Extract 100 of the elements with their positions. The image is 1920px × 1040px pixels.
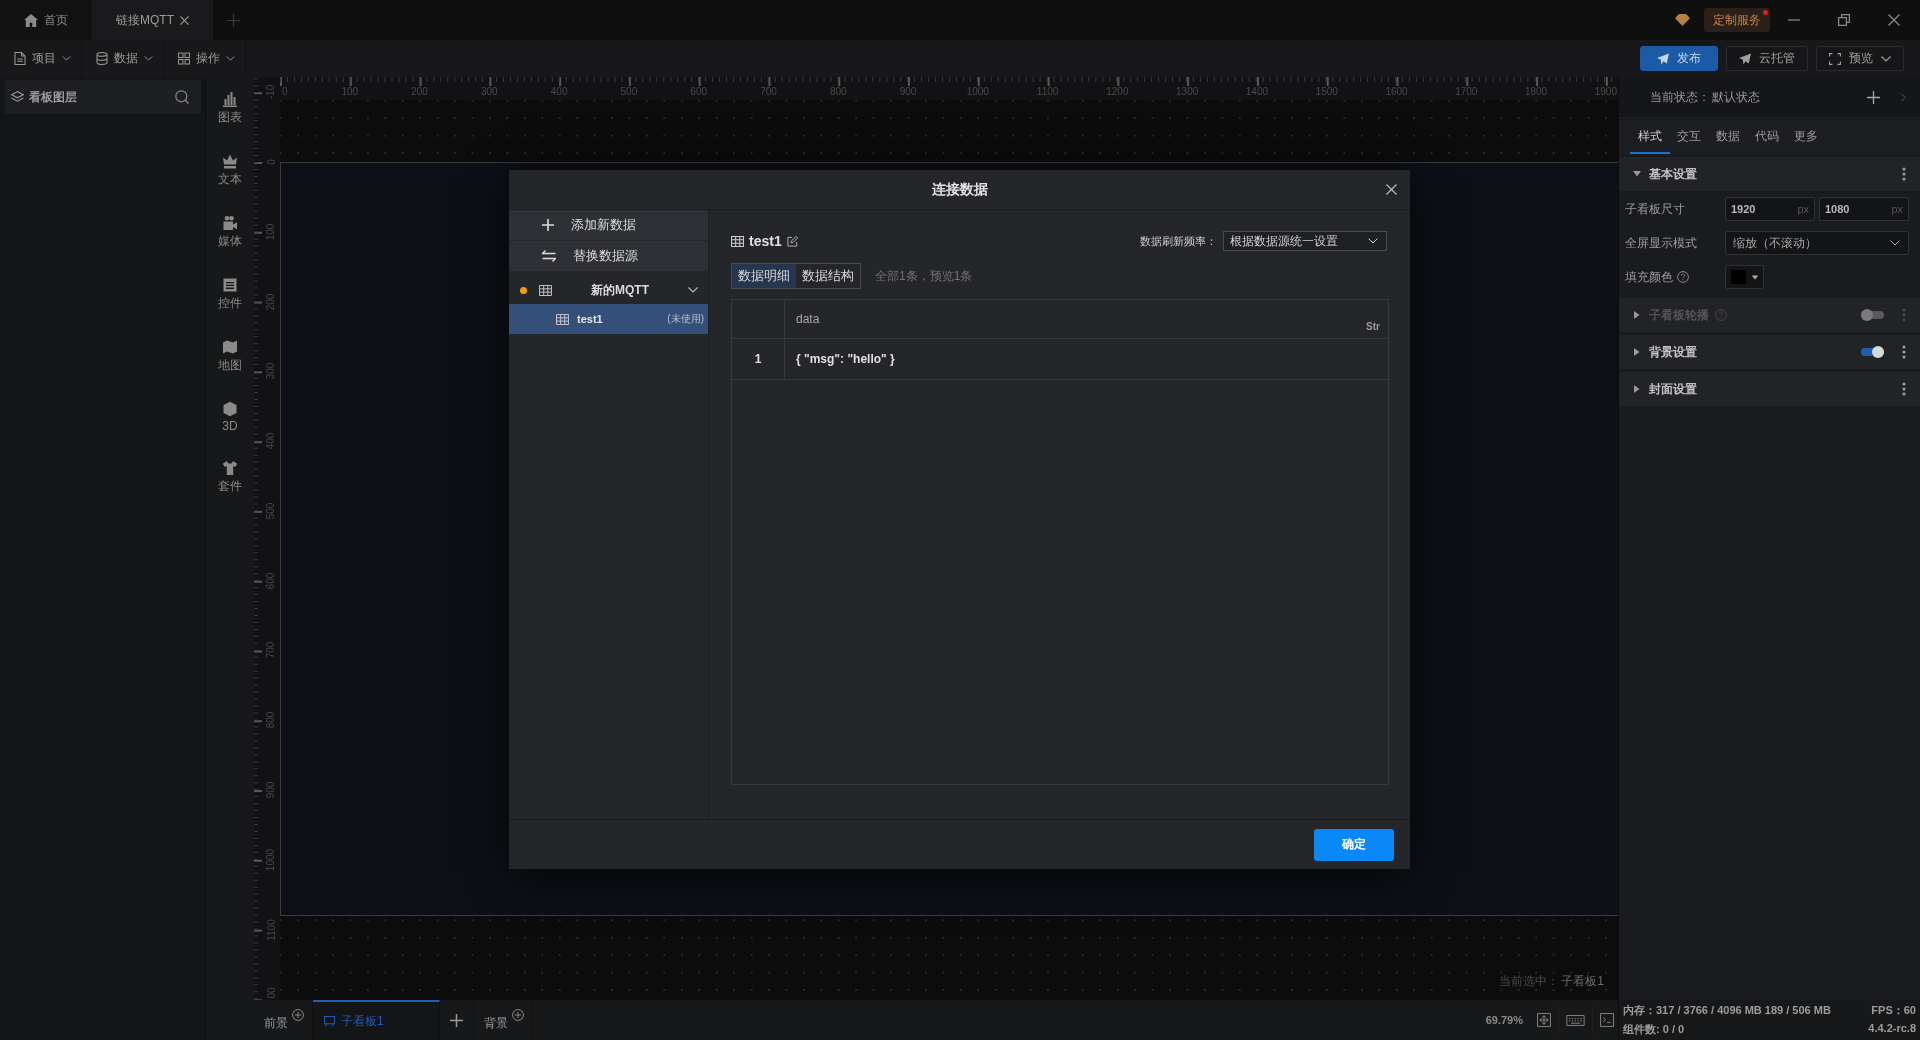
- fullscreen-icon: [1829, 52, 1841, 65]
- map-icon: [222, 339, 238, 355]
- row-number: 1: [754, 352, 762, 366]
- custom-service-button[interactable]: 定制服务: [1704, 8, 1770, 32]
- keyboard-icon[interactable]: [1566, 1014, 1585, 1026]
- toggle-switch[interactable]: [1861, 348, 1884, 356]
- data-source-item[interactable]: 新的MQTT: [509, 276, 708, 304]
- add-icon[interactable]: [450, 1013, 463, 1027]
- state-value: 默认状态: [1712, 88, 1760, 106]
- number-input[interactable]: 1920 px: [1725, 197, 1815, 221]
- dialog-action-button[interactable]: 替换数据源: [509, 241, 708, 271]
- confirm-button[interactable]: 确定: [1314, 828, 1394, 861]
- presentation-board-icon: [324, 1015, 335, 1027]
- restore-icon[interactable]: [1838, 14, 1850, 26]
- property-tab[interactable]: 代码: [1747, 120, 1787, 154]
- color-picker[interactable]: [1725, 265, 1764, 289]
- refresh-rate-label: 数据刷新频率：: [1140, 233, 1217, 249]
- toolbar-button[interactable]: 预览: [1816, 46, 1904, 71]
- refresh-rate-select[interactable]: 根据数据源统一设置: [1223, 231, 1387, 251]
- component-count: 组件数: 0 / 0: [1623, 1022, 1686, 1037]
- file-icon: [14, 52, 26, 65]
- chevron-icon[interactable]: [688, 287, 698, 293]
- zoom-level: 69.79%: [1485, 1014, 1523, 1026]
- background-tab[interactable]: 背景: [484, 1008, 508, 1032]
- select-dropdown[interactable]: 缩放（不滚动）: [1725, 231, 1909, 255]
- fps-counter: FPS：60: [1871, 1003, 1916, 1018]
- state-label: 当前状态：: [1650, 88, 1710, 106]
- component-category-button[interactable]: 地图: [218, 339, 242, 374]
- more-icon[interactable]: [1902, 382, 1906, 396]
- number-input[interactable]: 1080 px: [1819, 197, 1909, 221]
- caret-icon: [62, 56, 71, 61]
- toolbar-button[interactable]: 云托管: [1726, 46, 1808, 71]
- caret-icon[interactable]: [1633, 385, 1641, 393]
- document-tab[interactable]: 链接MQTT: [92, 0, 213, 40]
- crown-icon: [222, 153, 238, 169]
- plus-icon: [542, 219, 554, 231]
- layers-icon: [11, 91, 24, 103]
- memory-usage: 内存：317 / 3766 / 4096 MB 189 / 506 MB: [1623, 1003, 1832, 1018]
- property-tab[interactable]: 更多: [1786, 120, 1826, 154]
- component-category-button[interactable]: 控件: [218, 277, 242, 312]
- ruler-label: 400: [266, 432, 277, 450]
- close-icon[interactable]: [180, 15, 189, 25]
- add-circle-icon[interactable]: [512, 1009, 524, 1021]
- cube-icon: [222, 401, 238, 417]
- list-panel-icon: [222, 277, 238, 293]
- field-label: 子看板尺寸: [1625, 200, 1685, 218]
- caret-icon: [144, 56, 153, 61]
- foreground-tab[interactable]: 前景: [264, 1008, 288, 1032]
- section-title: 封面设置: [1649, 380, 1697, 398]
- field-label: 填充颜色: [1625, 268, 1673, 286]
- usage-note: (未使用): [667, 312, 704, 326]
- property-tab[interactable]: 交互: [1669, 120, 1709, 154]
- panel-title: 看板图层: [29, 88, 77, 106]
- edit-icon[interactable]: [786, 235, 798, 247]
- close-icon[interactable]: [1386, 184, 1397, 195]
- dialog-title: 连接数据: [931, 180, 988, 199]
- ruler-label: 1400: [1245, 87, 1269, 99]
- home-icon: [24, 13, 38, 27]
- caret-icon[interactable]: [1633, 170, 1641, 178]
- view-tab[interactable]: 数据明细: [732, 264, 796, 288]
- table-icon: [731, 235, 744, 247]
- terminal-icon[interactable]: [1600, 1013, 1614, 1027]
- caret-icon: [226, 56, 235, 61]
- help-icon[interactable]: [1677, 271, 1689, 283]
- property-tab[interactable]: 数据: [1708, 120, 1748, 154]
- close-icon[interactable]: [1888, 14, 1900, 26]
- add-circle-icon[interactable]: [292, 1009, 304, 1021]
- version-label: 4.4.2-rc.8: [1868, 1022, 1916, 1036]
- component-category-button[interactable]: 3D: [222, 401, 238, 433]
- selection-value: 子看板1: [1561, 973, 1604, 990]
- table-cell: { "msg": "hello" }: [796, 352, 895, 366]
- property-tab[interactable]: 样式: [1630, 120, 1670, 154]
- fit-screen-icon[interactable]: [1537, 1013, 1551, 1027]
- column-type-label: Str: [1366, 321, 1380, 332]
- caret-icon: [1751, 274, 1759, 280]
- table-icon: [556, 313, 569, 325]
- ruler-label: 400: [550, 87, 568, 99]
- dataset-item[interactable]: test1 (未使用): [509, 304, 708, 334]
- caret-icon: [1368, 238, 1378, 244]
- database-icon: [96, 52, 108, 65]
- section-title: 背景设置: [1649, 343, 1697, 361]
- toolbar-button[interactable]: 发布: [1640, 46, 1718, 71]
- caret-icon[interactable]: [1633, 348, 1641, 356]
- record-summary: 全部1条，预览1条: [875, 267, 973, 285]
- bar-chart-icon: [222, 91, 238, 107]
- ruler-label: 1300: [1176, 87, 1199, 99]
- dialog-action-button[interactable]: 添加新数据: [509, 210, 708, 240]
- selection-label: 当前选中：: [1499, 973, 1560, 990]
- more-icon[interactable]: [1902, 167, 1906, 181]
- component-category-button[interactable]: 套件: [218, 460, 242, 495]
- search-icon[interactable]: [175, 90, 189, 104]
- component-category-button[interactable]: 图表: [218, 91, 242, 126]
- more-icon[interactable]: [1902, 345, 1906, 359]
- component-category-button[interactable]: 媒体: [218, 215, 242, 250]
- dataset-name: test1: [749, 233, 782, 249]
- add-icon[interactable]: [1867, 90, 1880, 104]
- column-header: data: [796, 312, 820, 326]
- grid-icon: [178, 52, 190, 65]
- component-category-button[interactable]: 文本: [218, 153, 242, 188]
- video-camera-icon: [222, 215, 238, 231]
